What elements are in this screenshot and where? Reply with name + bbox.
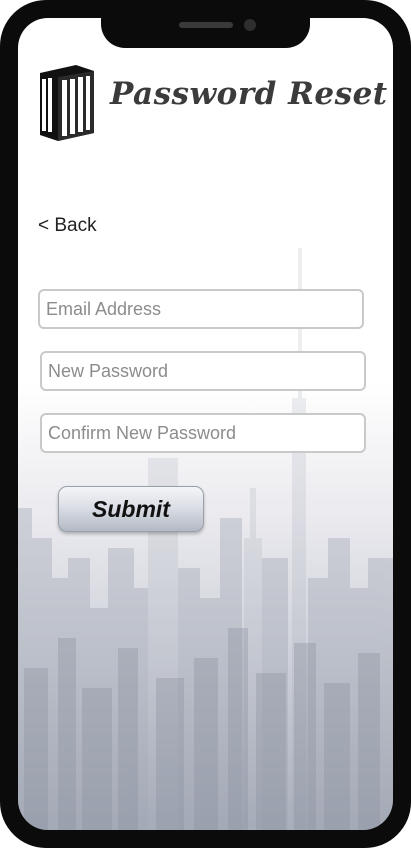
page-title: Password Reset [110, 76, 388, 112]
front-camera [244, 19, 256, 31]
confirm-password-field[interactable] [40, 413, 366, 453]
submit-button[interactable]: Submit [58, 486, 204, 532]
speaker-grille [179, 22, 233, 28]
back-link[interactable]: < Back [38, 215, 97, 237]
email-field[interactable] [38, 289, 364, 329]
phone-notch [101, 16, 310, 48]
phone-frame: Password Reset < Back Submit [0, 0, 411, 848]
app-screen: Password Reset < Back Submit [18, 18, 393, 830]
new-password-field[interactable] [40, 351, 366, 391]
building-icon [40, 65, 94, 141]
